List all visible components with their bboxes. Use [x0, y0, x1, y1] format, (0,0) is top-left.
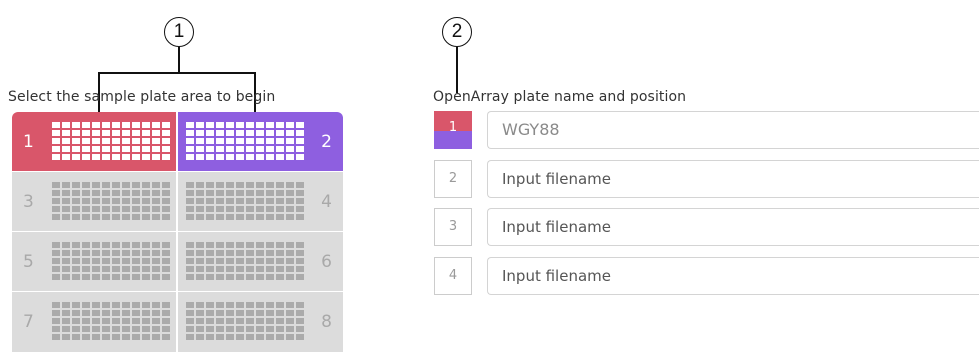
callout-1-bracket — [98, 72, 255, 74]
plate-position-number: 2 — [321, 132, 332, 152]
callout-1: 1 — [164, 17, 194, 47]
plate-position-4[interactable]: 4 — [178, 172, 343, 232]
filename-input-1[interactable]: WGY88 — [487, 111, 979, 149]
plate-position-6[interactable]: 6 — [178, 232, 343, 292]
plate-position-5[interactable]: 5 — [12, 232, 177, 292]
plate-position-3[interactable]: 3 — [12, 172, 177, 232]
plate-position-number: 7 — [23, 312, 34, 332]
plate-position-number: 6 — [321, 252, 332, 272]
plate-area-heading: Select the sample plate area to begin — [8, 89, 276, 105]
well-grid — [186, 302, 304, 340]
plate-position-2[interactable]: 2 — [178, 112, 343, 172]
well-grid — [186, 242, 304, 280]
well-grid — [186, 122, 304, 160]
openarray-heading: OpenArray plate name and position — [433, 89, 687, 105]
row-position-1: 1 — [434, 111, 472, 149]
callout-1-stem — [178, 47, 180, 73]
plate-position-number: 5 — [23, 252, 34, 272]
filename-input-3[interactable]: Input filename — [487, 208, 979, 246]
plate-position-1[interactable]: 1 — [12, 112, 177, 172]
filename-input-4[interactable]: Input filename — [487, 257, 979, 295]
well-grid — [52, 182, 170, 220]
plate-position-number: 1 — [23, 132, 34, 152]
plate-position-number: 3 — [23, 192, 34, 212]
well-grid — [52, 302, 170, 340]
callout-2: 2 — [442, 17, 472, 47]
filename-input-2[interactable]: Input filename — [487, 160, 979, 198]
row-position-2: 2 — [434, 160, 472, 198]
row-position-3: 3 — [434, 208, 472, 246]
well-grid — [186, 182, 304, 220]
callout-2-stem — [456, 47, 458, 93]
plate-position-number: 4 — [321, 192, 332, 212]
plate-area-grid: 1 2 3 4 5 6 7 8 — [12, 112, 343, 352]
well-grid — [52, 122, 170, 160]
plate-position-number: 8 — [321, 312, 332, 332]
plate-position-8[interactable]: 8 — [178, 292, 343, 352]
plate-position-7[interactable]: 7 — [12, 292, 177, 352]
row-position-4: 4 — [434, 257, 472, 295]
well-grid — [52, 242, 170, 280]
